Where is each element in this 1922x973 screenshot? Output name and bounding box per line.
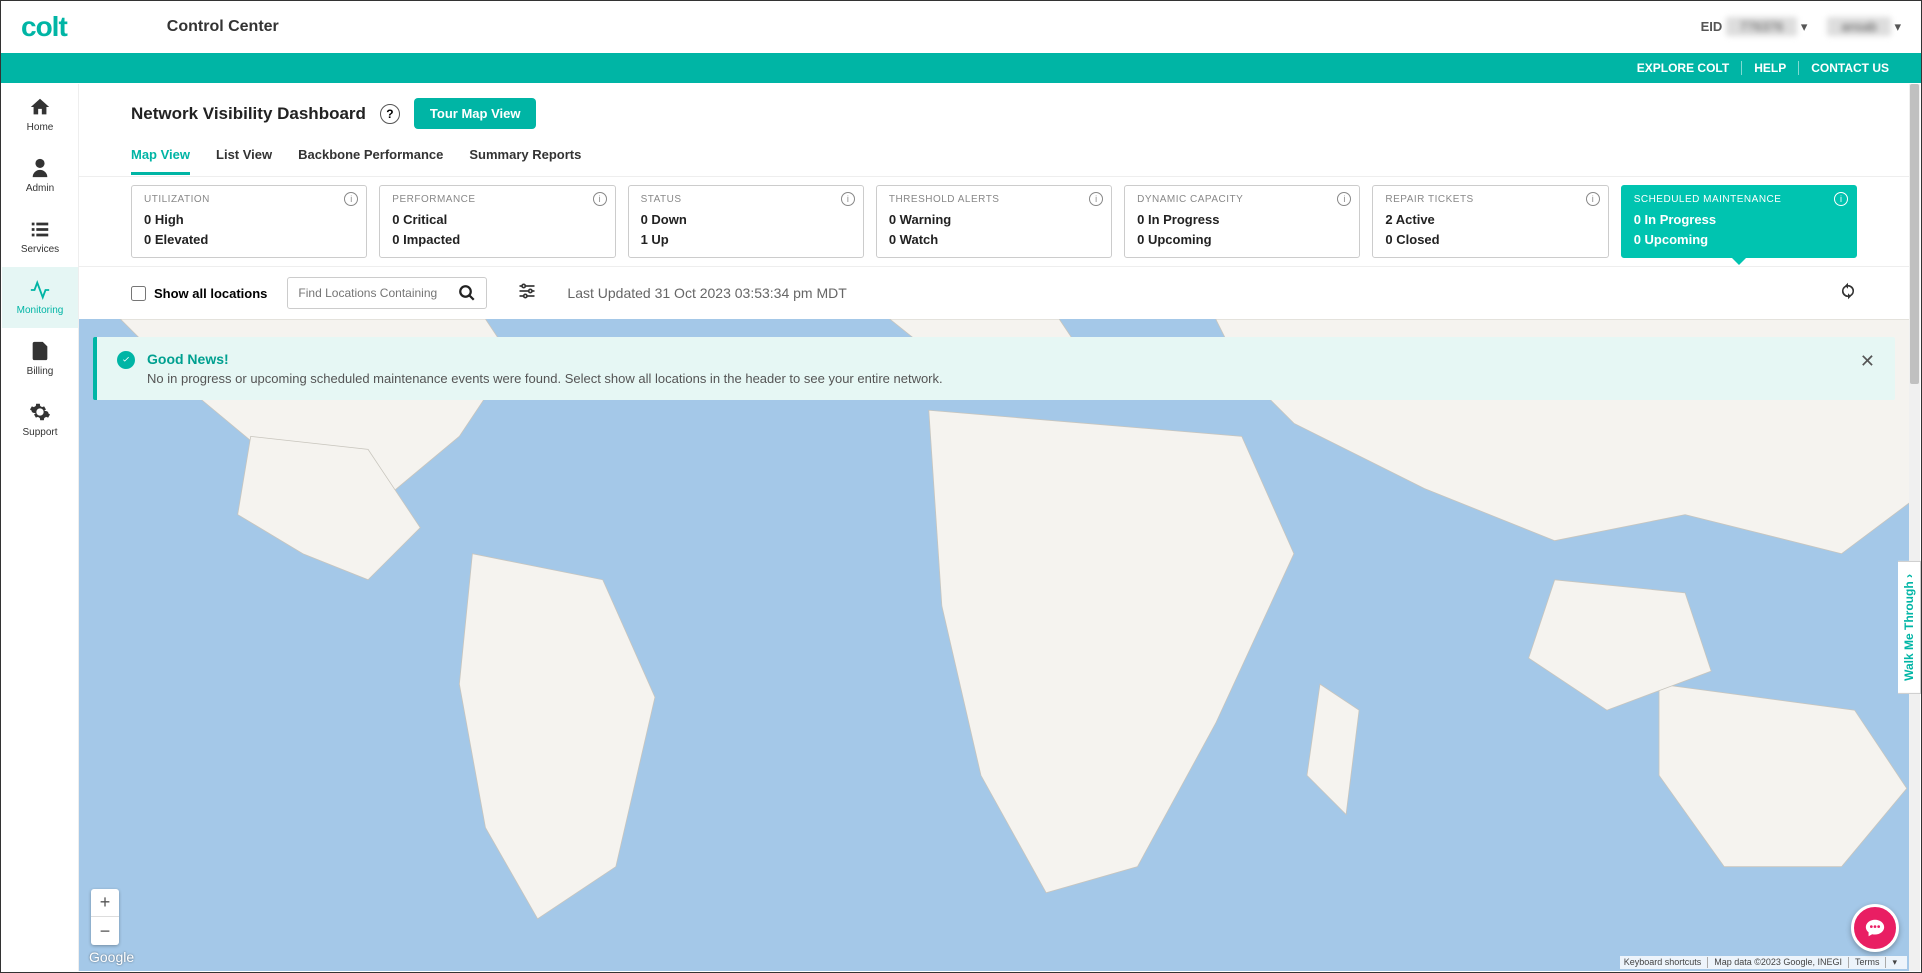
last-updated-text: Last Updated 31 Oct 2023 03:53:34 pm MDT [567,285,846,301]
link-explore-colt[interactable]: EXPLORE COLT [1625,61,1742,75]
tab-summary-reports[interactable]: Summary Reports [469,147,581,175]
sidebar-item-label: Billing [27,366,54,377]
chevron-down-icon: ▾ [1894,19,1901,34]
scrollbar[interactable] [1909,84,1920,971]
sidebar-item-label: Services [21,244,59,255]
card-status[interactable]: STATUS 0 Down 1 Up i [628,185,864,258]
sidebar-item-label: Home [27,122,54,133]
tab-backbone-performance[interactable]: Backbone Performance [298,147,443,175]
sidebar-item-admin[interactable]: Admin [2,145,78,206]
sidebar-item-support[interactable]: Support [2,389,78,450]
info-icon[interactable]: i [841,192,855,206]
list-icon [29,218,51,240]
tabs: Map View List View Backbone Performance … [79,129,1909,176]
link-contact-us[interactable]: CONTACT US [1799,61,1901,75]
sidebar: Home Admin Services Monitoring Billing S… [2,84,79,971]
sidebar-item-services[interactable]: Services [2,206,78,267]
check-circle-icon [117,351,135,369]
tab-map-view[interactable]: Map View [131,147,190,175]
map-attribution: Keyboard shortcuts Map data ©2023 Google… [1620,956,1907,969]
checkbox-input[interactable] [131,286,146,301]
sidebar-item-billing[interactable]: Billing [2,328,78,389]
sidebar-item-home[interactable]: Home [2,84,78,145]
filter-bar: Show all locations Last Updated 31 Oct 2… [79,266,1909,319]
world-map-svg [79,319,1909,971]
main-content: Network Visibility Dashboard ? Tour Map … [79,84,1909,971]
tour-map-view-button[interactable]: Tour Map View [414,98,537,129]
chevron-down-icon[interactable]: ▾ [1892,957,1903,968]
card-performance[interactable]: PERFORMANCE 0 Critical 0 Impacted i [379,185,615,258]
card-dynamic-capacity[interactable]: DYNAMIC CAPACITY 0 In Progress 0 Upcomin… [1124,185,1360,258]
teal-nav-bar: EXPLORE COLT HELP CONTACT US [1,53,1921,83]
google-logo: Google [89,949,134,965]
search-input[interactable] [298,286,458,300]
notification-title: Good News! [147,351,943,367]
info-icon[interactable]: i [593,192,607,206]
zoom-in-button[interactable]: + [91,889,119,917]
map[interactable]: Good News! No in progress or upcoming sc… [79,319,1909,971]
user-group[interactable]: ansab ▾ [1827,19,1901,35]
close-icon[interactable]: ✕ [1860,351,1875,372]
refresh-icon[interactable] [1839,282,1857,305]
info-icon[interactable]: i [1834,192,1848,206]
link-help[interactable]: HELP [1742,61,1799,75]
terms-link[interactable]: Terms [1855,957,1887,968]
chevron-down-icon: ▾ [1801,19,1808,34]
card-threshold-alerts[interactable]: THRESHOLD ALERTS 0 Warning 0 Watch i [876,185,1112,258]
notification-banner: Good News! No in progress or upcoming sc… [93,337,1895,400]
sidebar-item-label: Support [22,427,57,438]
zoom-controls: + − [91,889,119,945]
card-repair-tickets[interactable]: REPAIR TICKETS 2 Active 0 Closed i [1372,185,1608,258]
notification-body: No in progress or upcoming scheduled mai… [147,371,943,386]
app-title: Control Center [167,18,279,36]
chevron-up-icon: › [1902,574,1916,578]
billing-icon [29,340,51,362]
header-right: EID 776376 ▾ ansab ▾ [1701,19,1901,35]
top-header: colt Control Center EID 776376 ▾ ansab ▾ [1,1,1921,53]
page-title: Network Visibility Dashboard [131,104,366,124]
tab-list-view[interactable]: List View [216,147,272,175]
scrollbar-thumb[interactable] [1910,84,1919,384]
location-search[interactable] [287,277,487,309]
activity-icon [29,279,51,301]
sidebar-item-label: Monitoring [17,305,64,316]
search-icon[interactable] [458,284,476,302]
stat-cards-row: UTILIZATION 0 High 0 Elevated i PERFORMA… [79,176,1909,266]
info-icon[interactable]: i [1586,192,1600,206]
zoom-out-button[interactable]: − [91,917,119,945]
keyboard-shortcuts-link[interactable]: Keyboard shortcuts [1624,957,1709,968]
user-icon [29,157,51,179]
filter-settings-icon[interactable] [507,281,547,306]
chat-button[interactable] [1851,904,1899,952]
info-icon[interactable]: i [344,192,358,206]
help-icon[interactable]: ? [380,104,400,124]
chat-icon [1864,917,1886,939]
info-icon[interactable]: i [1337,192,1351,206]
home-icon [29,96,51,118]
map-data-text: Map data ©2023 Google, INEGI [1714,957,1849,968]
info-icon[interactable]: i [1089,192,1103,206]
walk-me-through-tab[interactable]: Walk Me Through › [1898,561,1921,694]
card-utilization[interactable]: UTILIZATION 0 High 0 Elevated i [131,185,367,258]
logo: colt [21,11,67,43]
sidebar-item-label: Admin [26,183,54,194]
card-scheduled-maintenance[interactable]: SCHEDULED MAINTENANCE 0 In Progress 0 Up… [1621,185,1857,258]
eid-group[interactable]: EID 776376 ▾ [1701,19,1808,35]
show-all-locations-checkbox[interactable]: Show all locations [131,286,267,301]
gear-icon [29,401,51,423]
page-header: Network Visibility Dashboard ? Tour Map … [79,84,1909,129]
sidebar-item-monitoring[interactable]: Monitoring [2,267,78,328]
